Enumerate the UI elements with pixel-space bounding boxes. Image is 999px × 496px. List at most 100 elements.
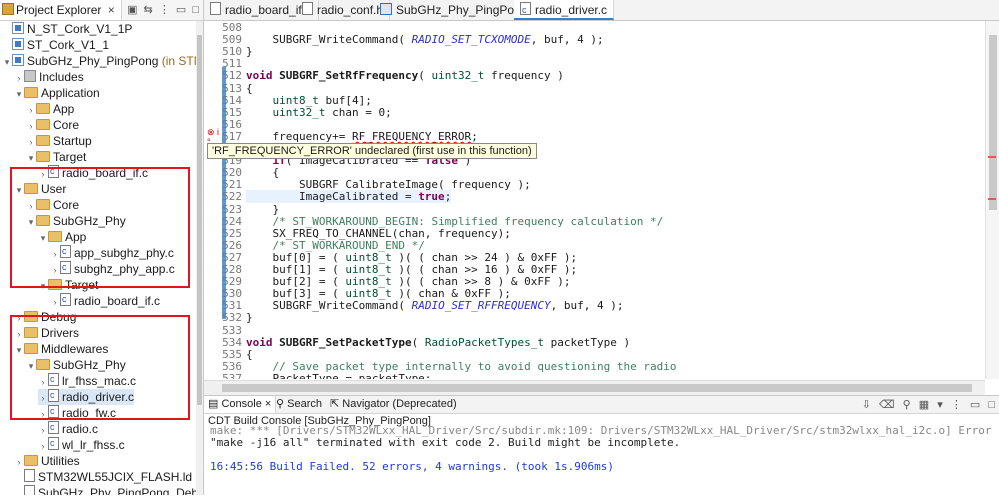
close-icon[interactable]: × [108, 3, 115, 17]
tree-item-folder[interactable]: › Startup [26, 133, 92, 149]
line-number: 513 [222, 81, 242, 95]
line-number: 520 [222, 166, 242, 180]
chevron-right-icon[interactable]: › [14, 70, 24, 86]
tree-item-project[interactable]: ▾SubGHz_Phy_PingPong (in STM32CubeI [2, 53, 203, 70]
code-editor[interactable]: ⊗ i ° 508 509 SUBGRF_WriteCommand( RADIO_… [204, 21, 999, 379]
scrollbar-thumb[interactable] [197, 35, 202, 405]
tab-search[interactable]: ⚲ Search [272, 396, 326, 413]
code-line[interactable]: { [246, 348, 253, 361]
tree-item-file[interactable]: STM32WL55JCIX_FLASH.ld [14, 469, 192, 485]
includes-icon [24, 70, 36, 82]
code-line[interactable]: frequency+= RF_FREQUENCY_ERROR; [246, 130, 477, 143]
code-line[interactable]: SUBGRF_CalibrateImage( frequency ); [246, 178, 531, 191]
clear-console-icon[interactable]: ⌫ [879, 399, 895, 411]
view-menu-icon[interactable]: ⋮ [951, 399, 962, 411]
tree-item-file[interactable]: › wl_lr_fhss.c [38, 435, 125, 454]
explorer-header: Project Explorer × ▣ ⇆ ⋮ ▭ □ [0, 0, 203, 21]
code-line[interactable]: buf[0] = ( uint8_t )( ( chan >> 24 ) & 0… [246, 251, 577, 264]
display-console-icon[interactable]: ▦ [919, 399, 929, 411]
tab-navigator[interactable]: ⇱ Navigator (Deprecated) [326, 396, 461, 413]
overview-error-marker[interactable] [988, 156, 996, 158]
chevron-down-icon[interactable]: ▾ [26, 150, 36, 166]
line-number: 532 [222, 311, 242, 325]
chevron-right-icon[interactable]: › [26, 118, 36, 134]
tree-item-folder[interactable]: ▾ Application [14, 85, 100, 101]
tree-item-folder[interactable]: › App [26, 101, 75, 118]
chevron-right-icon[interactable]: › [38, 438, 48, 454]
tree-item-file[interactable]: SubGHz_Phy_PingPong_Debug.hex [14, 485, 203, 495]
tree-item-folder[interactable]: › Core [26, 117, 80, 134]
code-line[interactable]: SUBGRF_WriteCommand( RADIO_SET_RFFREQUEN… [246, 299, 623, 312]
scrollbar-thumb[interactable] [989, 35, 997, 210]
code-line[interactable]: // Save packet type internally to avoid … [246, 360, 677, 373]
chevron-right-icon[interactable]: › [38, 422, 48, 438]
view-menu-icon[interactable]: ⋮ [159, 3, 170, 16]
code-line[interactable]: buf[1] = ( uint8_t )( ( chan >> 16 ) & 0… [246, 263, 577, 276]
code-line[interactable]: SUBGRF_WriteCommand( RADIO_SET_TCXOMODE,… [246, 33, 603, 46]
code-line[interactable]: uint8_t buf[4]; [246, 94, 372, 107]
tree-item-project[interactable]: ST_Cork_V1_1 [2, 37, 109, 53]
tree-item-file[interactable]: › radio_board_if.c [50, 291, 161, 310]
code-line[interactable]: } [246, 311, 253, 324]
code-line[interactable]: void SUBGRF_SetPacketType( RadioPacketTy… [246, 336, 630, 349]
maximize-icon[interactable]: □ [988, 399, 995, 411]
code-line[interactable]: buf[3] = ( uint8_t )( chan & 0xFF ); [246, 287, 510, 300]
code-line[interactable]: } [246, 203, 279, 216]
chevron-right-icon[interactable]: › [26, 134, 36, 150]
minimize-icon[interactable]: ▭ [970, 399, 980, 411]
editor-vertical-scrollbar[interactable] [985, 21, 999, 379]
tab-radio-driver-c[interactable]: radio_driver.c [514, 0, 615, 20]
chevron-right-icon[interactable]: › [50, 294, 60, 310]
code-line[interactable]: /* ST_WORKAROUND_END */ [246, 239, 425, 252]
folder-icon [24, 87, 38, 98]
scrollbar-thumb[interactable] [222, 384, 972, 392]
code-line[interactable]: SX_FREQ_TO_CHANNEL(chan, frequency); [246, 227, 510, 240]
explorer-scrollbar[interactable] [196, 21, 203, 495]
editor-horizontal-scrollbar[interactable] [204, 380, 985, 395]
chevron-down-icon[interactable]: ▾ [14, 86, 24, 102]
collapse-all-icon[interactable]: ▣ [127, 3, 137, 16]
folder-icon [36, 151, 50, 162]
h-file-icon [302, 2, 313, 15]
tab-console[interactable]: ▤ Console × [204, 396, 277, 413]
maximize-icon[interactable]: □ [192, 4, 199, 16]
tab-project-explorer[interactable]: Project Explorer × [0, 0, 122, 20]
code-line[interactable]: ImageCalibrated = true; [246, 190, 452, 204]
console-panel: ▤ Console × ⚲ Search ⇱ Navigator (Deprec… [204, 395, 999, 496]
explorer-title: Project Explorer [16, 3, 102, 17]
code-line[interactable]: /* ST_WORKAROUND_BEGIN: Simplified frequ… [246, 215, 664, 228]
code-line[interactable]: buf[2] = ( uint8_t )( ( chan >> 8 ) & 0x… [246, 275, 570, 288]
line-number: 516 [222, 117, 242, 131]
overview-error-marker[interactable] [988, 198, 996, 200]
code-line[interactable]: } [246, 45, 253, 58]
hex-file-icon [24, 485, 35, 495]
code-line[interactable]: uint32_t chan = 0; [246, 106, 392, 119]
code-line[interactable]: void SUBGRF_SetRfFrequency( uint32_t fre… [246, 69, 564, 82]
tree-item-project[interactable]: N_ST_Cork_V1_1P [2, 21, 132, 37]
tree-item-file[interactable]: › radio.c [38, 419, 99, 438]
code-line[interactable]: PacketType = packetType; [246, 372, 431, 379]
minimize-icon[interactable]: ▭ [176, 3, 186, 16]
open-console-icon[interactable]: ▾ [937, 399, 943, 411]
line-number: 509 [222, 33, 242, 47]
ioc-file-icon [380, 3, 392, 15]
console-icon: ▤ [208, 398, 222, 410]
tree-item-folder[interactable]: › Includes [14, 69, 84, 85]
folder-icon [36, 135, 50, 146]
chevron-right-icon[interactable]: › [26, 102, 36, 118]
tree-item-folder[interactable]: ▾ Target [26, 149, 87, 166]
line-number: 531 [222, 299, 242, 313]
pin-icon[interactable]: ⚲ [903, 399, 911, 411]
project-icon [12, 54, 24, 66]
line-number: 536 [222, 359, 242, 373]
chevron-down-icon[interactable]: ▾ [2, 54, 12, 70]
tree-item-folder[interactable]: › Utilities [14, 453, 80, 469]
code-line[interactable]: { [246, 82, 253, 95]
tab-label: Search [287, 398, 322, 410]
close-icon[interactable]: × [265, 398, 271, 410]
code-line[interactable]: { [246, 166, 279, 179]
chevron-right-icon[interactable]: › [14, 454, 24, 470]
scroll-lock-icon[interactable]: ⇩ [862, 399, 871, 411]
tab-label: Navigator (Deprecated) [342, 398, 457, 410]
link-with-editor-icon[interactable]: ⇆ [144, 3, 153, 16]
